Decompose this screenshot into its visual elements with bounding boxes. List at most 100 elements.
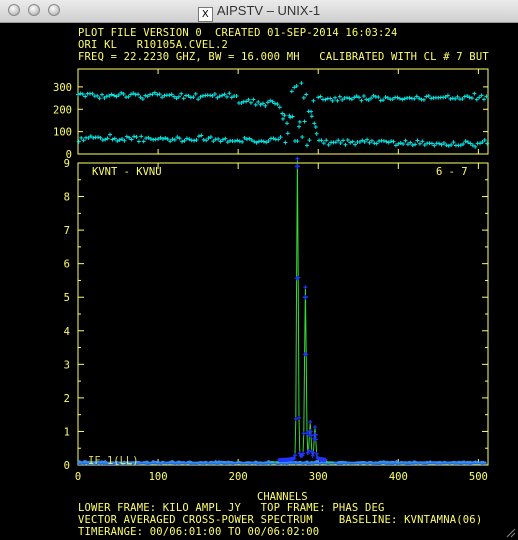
phase-point xyxy=(381,97,386,102)
phase-point xyxy=(96,135,101,140)
amplitude-peak-point xyxy=(294,163,300,169)
phase-point xyxy=(391,139,396,144)
phase-point xyxy=(285,131,290,136)
phase-point xyxy=(235,138,240,143)
phase-point xyxy=(353,142,358,147)
phase-point xyxy=(376,95,381,100)
phase-point xyxy=(90,91,95,96)
phase-point xyxy=(432,143,437,148)
phase-point xyxy=(383,95,388,100)
phase-point xyxy=(319,138,324,143)
phase-point xyxy=(193,91,198,96)
phase-point xyxy=(253,102,258,107)
phase-point xyxy=(136,139,141,144)
amplitude-xtick-label: 400 xyxy=(389,471,408,483)
phase-point xyxy=(76,139,81,144)
phase-point xyxy=(336,138,341,143)
phase-ytick-label: 200 xyxy=(53,104,72,116)
amplitude-point xyxy=(295,156,300,161)
phase-point xyxy=(168,139,173,144)
phase-point xyxy=(237,139,242,144)
phase-point xyxy=(367,140,372,145)
phase-point xyxy=(141,139,146,144)
phase-point xyxy=(424,94,429,99)
phase-point xyxy=(170,137,175,142)
amplitude-peak-point xyxy=(302,294,308,300)
phase-point xyxy=(337,94,342,99)
phase-point xyxy=(290,114,295,119)
resize-grip-icon[interactable] xyxy=(504,526,516,538)
phase-point xyxy=(302,119,307,124)
amplitude-frame-border xyxy=(77,162,489,466)
phase-point xyxy=(263,103,268,108)
phase-point xyxy=(301,95,306,100)
phase-point xyxy=(324,138,329,143)
phase-point xyxy=(157,92,162,97)
phase-point xyxy=(453,96,458,101)
phase-point xyxy=(316,95,321,100)
phase-point xyxy=(100,138,105,143)
phase-point xyxy=(191,95,196,100)
phase-point xyxy=(256,99,261,104)
phase-point xyxy=(289,89,294,94)
phase-point xyxy=(338,140,343,145)
amplitude-ytick-label: 4 xyxy=(64,326,70,338)
phase-point xyxy=(341,138,346,143)
phase-point xyxy=(455,94,460,99)
phase-point xyxy=(172,137,177,142)
plot-canvas: PLOT FILE VERSION 0 CREATED 01-SEP-2014 … xyxy=(0,23,518,540)
phase-point xyxy=(248,100,253,105)
phase-point xyxy=(281,116,285,121)
phase-point xyxy=(278,135,283,140)
amplitude-line xyxy=(270,158,335,463)
phase-point xyxy=(295,139,300,144)
amplitude-xtick-label: 300 xyxy=(309,471,328,483)
amplitude-peak-point xyxy=(312,432,318,438)
amplitude-ytick-label: 8 xyxy=(64,192,70,204)
amplitude-point xyxy=(303,285,308,290)
phase-point xyxy=(469,96,474,101)
window-title: AIPSTV – UNIX-1 xyxy=(216,3,321,18)
phase-frame: 0100200300 xyxy=(53,68,489,161)
phase-point xyxy=(359,98,364,103)
phase-point xyxy=(199,133,204,138)
phase-point xyxy=(460,96,465,101)
phase-point xyxy=(240,139,245,144)
plot-svg: 0 100 200 300 0 1 2 3 4 5 6 7 8 9 0 100 200 300 400 500 KV… xyxy=(53,68,490,503)
amplitude-ytick-label: 9 xyxy=(64,158,70,170)
baseline-label: KVNT - KVNU xyxy=(92,166,162,178)
amplitude-ytick-label: 0 xyxy=(64,460,70,472)
amplitude-ytick-label: 7 xyxy=(64,225,70,237)
phase-point xyxy=(343,142,348,147)
phase-point xyxy=(204,138,209,143)
phase-point xyxy=(285,121,290,126)
phase-ytick-label: 100 xyxy=(53,127,72,139)
amplitude-ytick-label: 2 xyxy=(64,393,70,405)
footer-line-2: VECTOR AVERAGED CROSS-POWER SPECTRUM BAS… xyxy=(78,514,483,526)
footer-line-1: LOWER FRAME: KILO AMPL JY TOP FRAME: PHA… xyxy=(78,502,385,514)
amplitude-ytick-label: 6 xyxy=(64,259,70,271)
phase-point xyxy=(335,98,340,103)
phase-point xyxy=(415,138,420,143)
phase-point xyxy=(276,137,281,142)
phase-point xyxy=(98,135,103,140)
phase-point xyxy=(448,96,453,101)
phase-point xyxy=(304,92,309,97)
phase-point xyxy=(208,93,213,98)
phase-point xyxy=(444,143,449,148)
phase-point xyxy=(413,142,418,147)
phase-point xyxy=(95,93,100,98)
phase-point xyxy=(196,97,201,102)
phase-point xyxy=(309,109,314,114)
phase-point xyxy=(361,93,366,98)
phase-point xyxy=(345,95,350,100)
phase-point xyxy=(485,141,490,146)
phase-point xyxy=(155,92,160,97)
antenna-label: 6 - 7 xyxy=(436,166,468,178)
phase-point xyxy=(234,93,239,98)
phase-points xyxy=(76,81,490,149)
phase-point xyxy=(283,140,288,145)
phase-point xyxy=(201,137,206,142)
phase-point xyxy=(97,96,102,101)
amplitude-ytick-label: 3 xyxy=(64,359,70,371)
